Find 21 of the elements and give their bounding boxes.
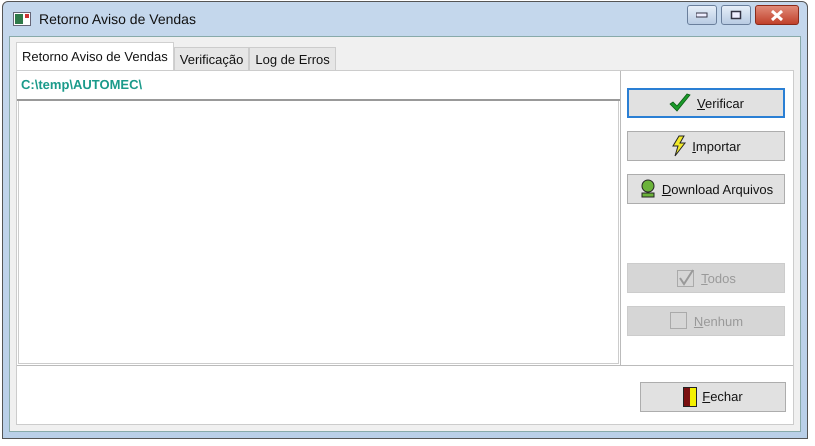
close-dialog-button[interactable]: Fechar	[640, 382, 786, 412]
minimize-button[interactable]	[687, 5, 717, 25]
tab[interactable]: Retorno Aviso de Vendas	[16, 42, 174, 70]
lightning-icon	[671, 135, 688, 157]
action-button[interactable]: Download Arquivos	[627, 174, 785, 204]
tab[interactable]: Log de Erros	[249, 47, 336, 70]
checkmark-icon	[668, 93, 692, 113]
window-title: Retorno Aviso de Vendas	[39, 11, 196, 27]
maximize-button[interactable]	[721, 5, 751, 25]
checked-box-icon	[676, 268, 696, 288]
tab[interactable]: Verificação	[174, 47, 250, 70]
action-button[interactable]: Verificar	[627, 88, 785, 118]
close-button[interactable]	[755, 5, 799, 25]
empty-box-icon	[668, 311, 689, 331]
app-icon	[13, 12, 31, 26]
minimize-icon	[696, 12, 708, 18]
action-button[interactable]: Importar	[627, 131, 785, 161]
maximize-icon	[730, 10, 742, 20]
close-icon	[770, 10, 784, 20]
door-icon	[683, 386, 698, 406]
download-icon	[638, 179, 657, 199]
